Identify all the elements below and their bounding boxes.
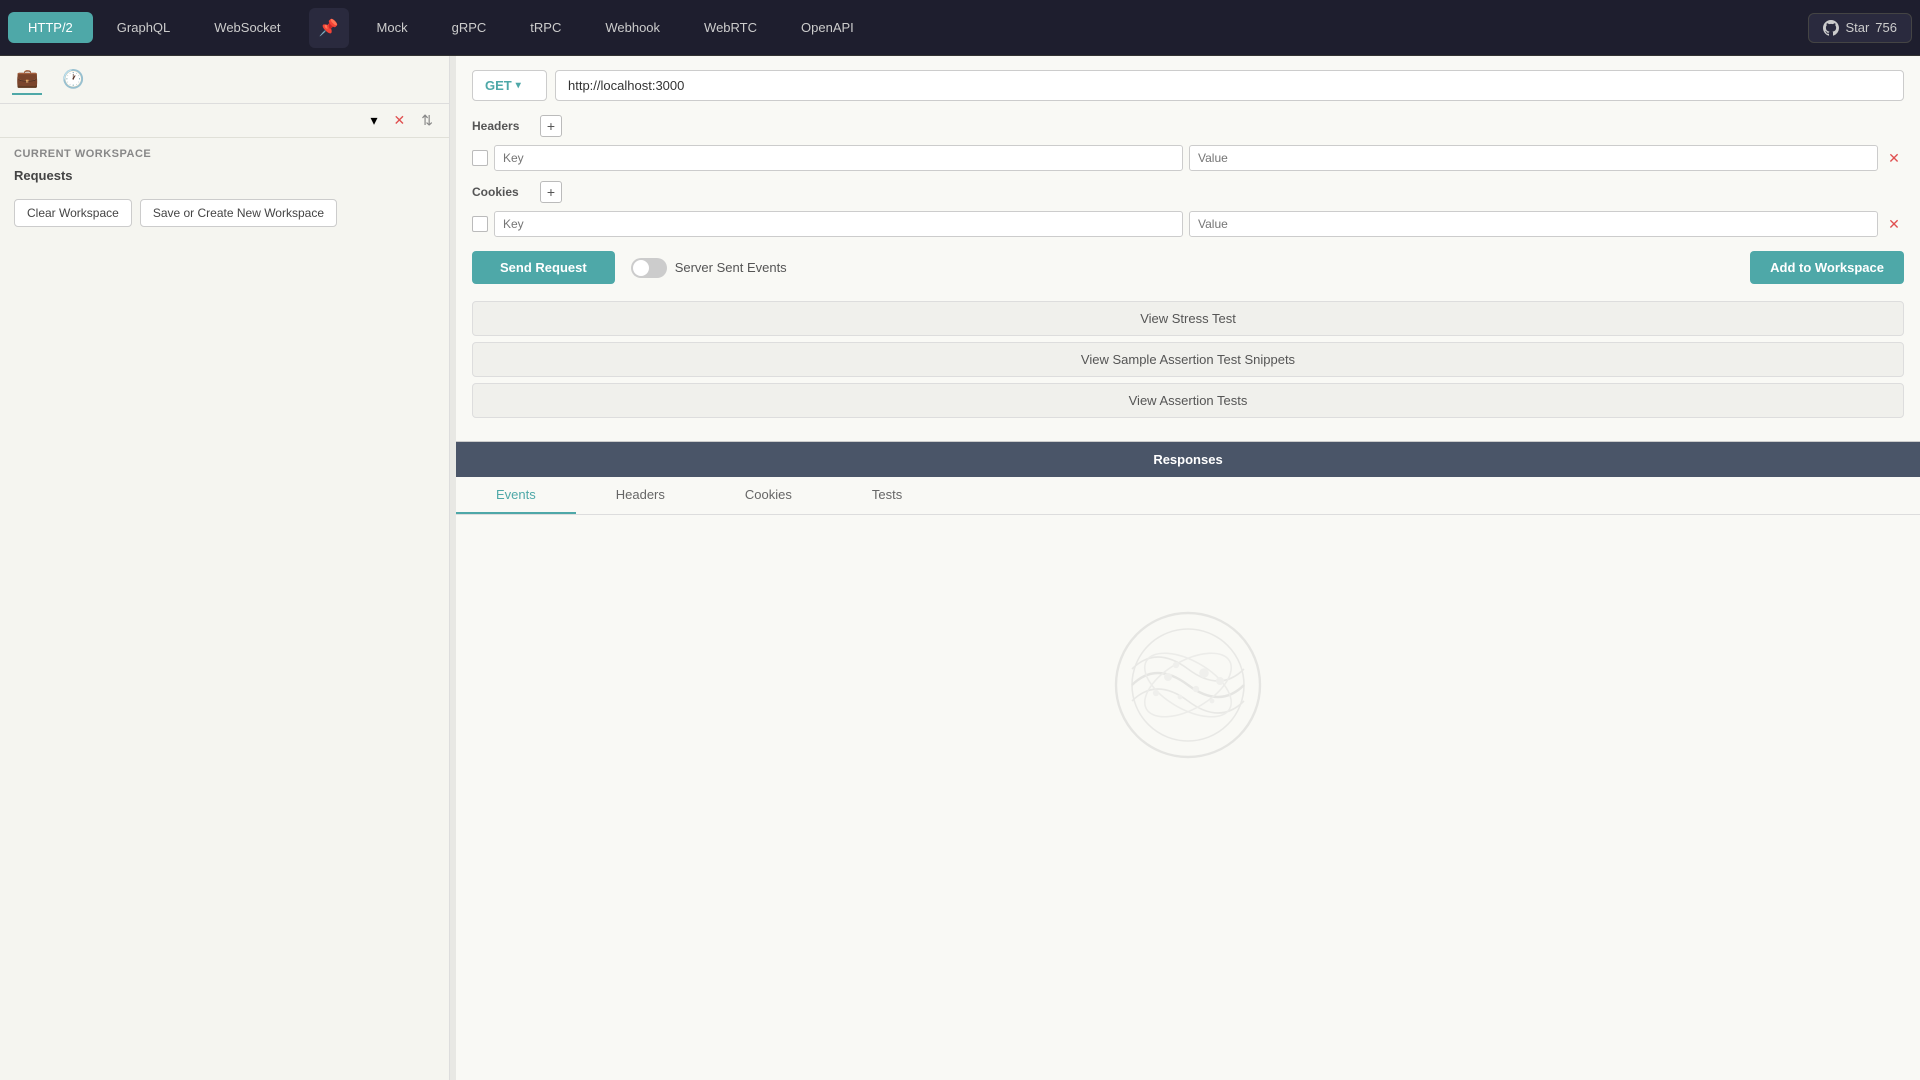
sse-label: Server Sent Events [675, 260, 787, 275]
pin-icon[interactable]: 📌 [309, 8, 349, 48]
headers-label: Headers [472, 119, 532, 133]
header-key-input[interactable] [494, 145, 1183, 171]
top-nav: HTTP/2 GraphQL WebSocket 📌 Mock gRPC tRP… [0, 0, 1920, 56]
tab-headers[interactable]: Headers [576, 477, 705, 514]
method-label: GET [485, 78, 512, 93]
responses-header: Responses [456, 442, 1920, 477]
sidebar-close-btn[interactable]: ✕ [390, 110, 410, 131]
save-workspace-button[interactable]: Save or Create New Workspace [140, 199, 337, 227]
header-remove-btn[interactable]: ✕ [1884, 148, 1904, 168]
main-layout: 💼 🕐 ▾ ✕ ⇅ Current Workspace Requests Cle… [0, 56, 1920, 1080]
tab-events[interactable]: Events [456, 477, 576, 514]
assertion-snippets-row[interactable]: View Sample Assertion Test Snippets [472, 342, 1904, 377]
sse-toggle-row: Server Sent Events [631, 258, 787, 278]
tab-cookies[interactable]: Cookies [705, 477, 832, 514]
sidebar-tab-bar: 💼 🕐 [0, 56, 449, 104]
method-chevron-icon: ▾ [516, 80, 521, 91]
add-to-workspace-button[interactable]: Add to Workspace [1750, 251, 1904, 284]
tab-openapi[interactable]: OpenAPI [781, 12, 874, 43]
cookies-row: Cookies + [472, 181, 1904, 203]
add-header-button[interactable]: + [540, 115, 562, 137]
requests-label: Requests [0, 164, 449, 193]
header-value-input[interactable] [1189, 145, 1878, 171]
add-cookie-button[interactable]: + [540, 181, 562, 203]
clear-workspace-button[interactable]: Clear Workspace [14, 199, 132, 227]
url-input[interactable] [555, 70, 1904, 101]
content-area: GET ▾ Headers + ✕ Cookies + [456, 56, 1920, 1080]
sidebar-toolbar: ▾ ✕ ⇅ [0, 104, 449, 138]
assertion-tests-row[interactable]: View Assertion Tests [472, 383, 1904, 418]
responses-tabs: Events Headers Cookies Tests [456, 477, 1920, 515]
github-icon [1823, 20, 1839, 36]
tab-mock[interactable]: Mock [357, 12, 428, 43]
header-kv-row: ✕ [472, 145, 1904, 171]
sidebar-swap-btn[interactable]: ⇅ [417, 110, 437, 131]
request-options: Headers + ✕ Cookies + ✕ [456, 115, 1920, 237]
current-workspace-label: Current Workspace [0, 138, 449, 164]
github-star-button[interactable]: Star 756 [1808, 13, 1912, 43]
history-icon[interactable]: 🕐 [58, 65, 88, 94]
tab-webhook[interactable]: Webhook [585, 12, 680, 43]
sse-toggle[interactable] [631, 258, 667, 278]
github-star-count: 756 [1875, 20, 1897, 35]
action-row: Send Request Server Sent Events Add to W… [456, 237, 1920, 298]
cookie-kv-row: ✕ [472, 211, 1904, 237]
tab-http2[interactable]: HTTP/2 [8, 12, 93, 43]
headers-row: Headers + [472, 115, 1904, 137]
header-checkbox[interactable] [472, 150, 488, 166]
briefcase-icon[interactable]: 💼 [12, 64, 42, 95]
request-bar: GET ▾ [456, 56, 1920, 115]
sidebar: 💼 🕐 ▾ ✕ ⇅ Current Workspace Requests Cle… [0, 56, 450, 1080]
cookie-remove-btn[interactable]: ✕ [1884, 214, 1904, 234]
sidebar-dropdown-btn[interactable]: ▾ [367, 110, 382, 131]
responses-section: Responses Events Headers Cookies Tests [456, 441, 1920, 855]
responses-body [456, 515, 1920, 855]
tab-tests[interactable]: Tests [832, 477, 942, 514]
workspace-search-input[interactable] [12, 114, 359, 128]
workspace-buttons: Clear Workspace Save or Create New Works… [0, 193, 449, 241]
method-select[interactable]: GET ▾ [472, 70, 547, 101]
cookie-value-input[interactable] [1189, 211, 1878, 237]
cookie-key-input[interactable] [494, 211, 1183, 237]
tab-trpc[interactable]: tRPC [510, 12, 581, 43]
stress-test-row[interactable]: View Stress Test [472, 301, 1904, 336]
tab-grpc[interactable]: gRPC [432, 12, 507, 43]
empty-state-illustration [1108, 605, 1268, 765]
cookie-checkbox[interactable] [472, 216, 488, 232]
github-star-label: Star [1845, 20, 1869, 35]
send-request-button[interactable]: Send Request [472, 251, 615, 284]
tab-graphql[interactable]: GraphQL [97, 12, 190, 43]
cookies-label: Cookies [472, 185, 532, 199]
tab-webrtc[interactable]: WebRTC [684, 12, 777, 43]
tab-websocket[interactable]: WebSocket [194, 12, 300, 43]
